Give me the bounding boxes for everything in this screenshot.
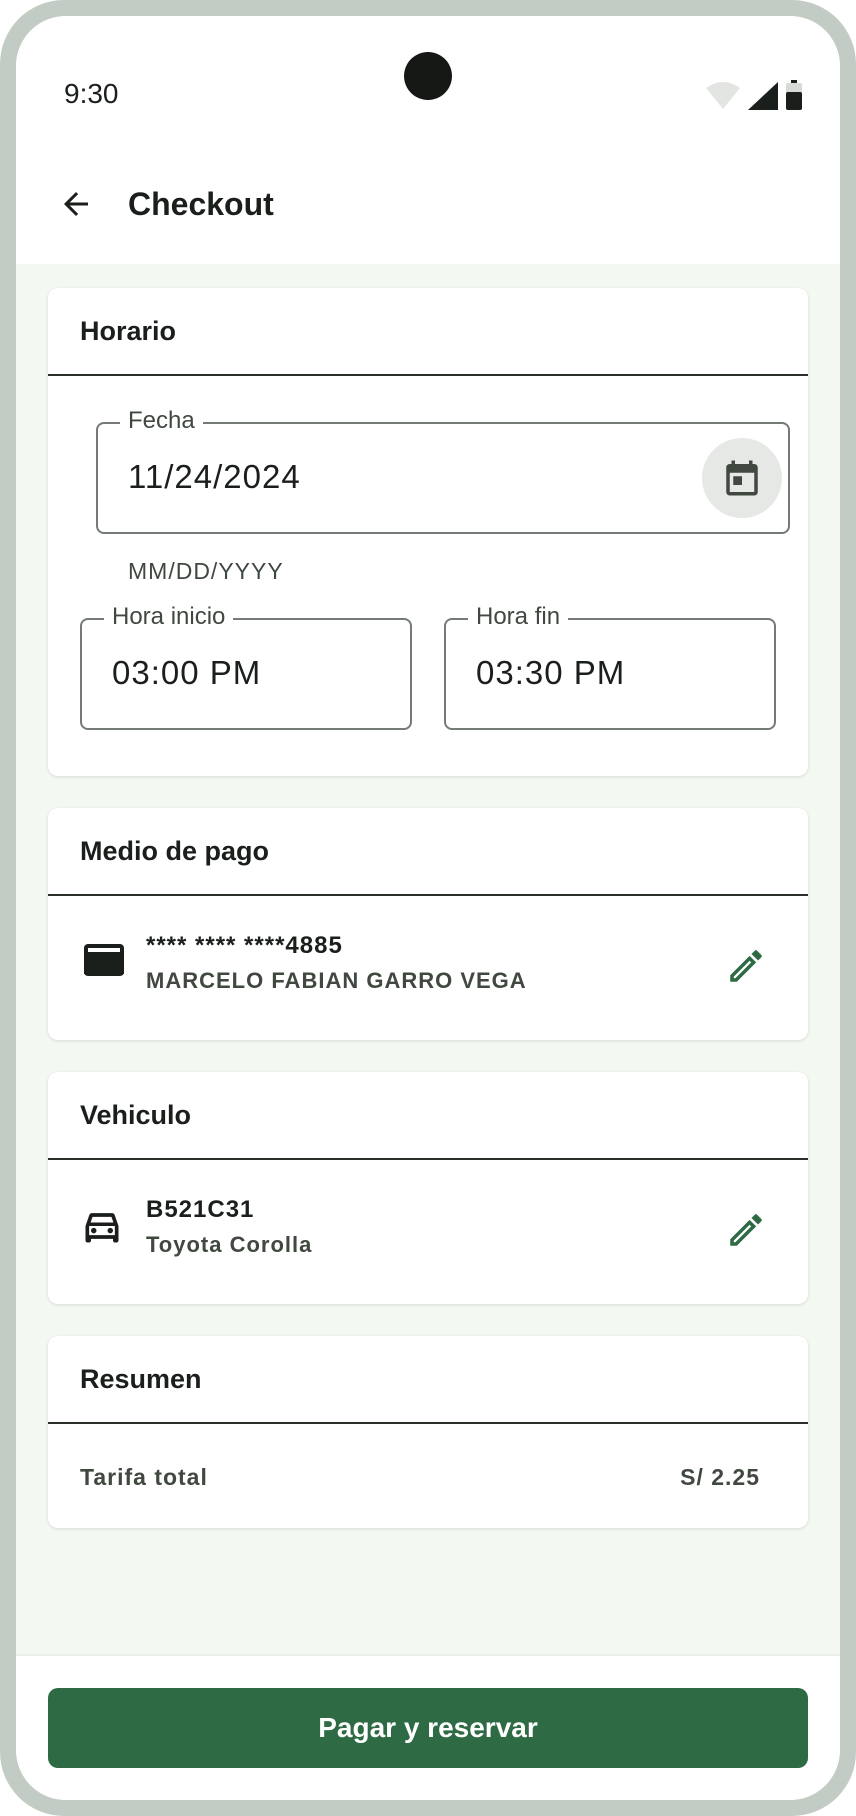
wifi-icon — [706, 82, 740, 109]
pencil-icon — [730, 950, 762, 982]
edit-vehicle-button[interactable] — [722, 1206, 770, 1254]
pencil-icon — [730, 1214, 762, 1246]
camera-cutout — [404, 52, 452, 100]
screen: 9:30 Checkout Horario Fecha 11/24/2024 M… — [16, 16, 840, 1800]
fecha-field[interactable]: Fecha 11/24/2024 — [96, 406, 790, 534]
pay-and-reserve-button[interactable]: Pagar y reservar — [48, 1688, 808, 1768]
fecha-hint: MM/DD/YYYY — [128, 558, 284, 584]
hora-fin-field[interactable]: Hora fin 03:30 PM — [444, 602, 776, 730]
device-frame: 9:30 Checkout Horario Fecha 11/24/2024 M… — [0, 0, 856, 1816]
vehicle-model: Toyota Corolla — [146, 1232, 313, 1257]
signal-icon — [748, 82, 778, 110]
horario-card: Horario Fecha 11/24/2024 MM/DD/YYYY Hora… — [48, 288, 808, 776]
resumen-card: Resumen Tarifa total S/ 2.25 — [48, 1336, 808, 1528]
payment-method-row: **** **** ****4885 MARCELO FABIAN GARRO … — [48, 896, 808, 1040]
hora-inicio-label: Hora inicio — [104, 602, 234, 632]
hora-fin-label: Hora fin — [468, 602, 569, 632]
calendar-icon — [726, 460, 758, 496]
hora-inicio-field[interactable]: Hora inicio 03:00 PM — [80, 602, 412, 730]
arrow-back-icon — [64, 192, 88, 216]
vehiculo-title: Vehiculo — [48, 1072, 808, 1160]
fecha-value: 11/24/2024 — [128, 458, 301, 495]
card-number: **** **** ****4885 — [146, 932, 343, 959]
vehicle-plate: B521C31 — [146, 1196, 255, 1223]
vehiculo-card: Vehiculo B521C31 Toyota Corolla — [48, 1072, 808, 1304]
back-button[interactable] — [52, 180, 100, 228]
status-bar: 9:30 — [16, 16, 840, 148]
calendar-button[interactable] — [702, 438, 782, 518]
fecha-label: Fecha — [120, 406, 203, 436]
top-app-bar: Checkout — [16, 148, 840, 264]
card-holder: MARCELO FABIAN GARRO VEGA — [146, 968, 527, 993]
battery-icon — [786, 80, 802, 110]
hora-inicio-value: 03:00 PM — [112, 654, 262, 691]
bottom-action-bar: Pagar y reservar — [16, 1656, 840, 1800]
system-icons — [706, 80, 802, 110]
credit-card-icon — [84, 944, 124, 976]
edit-payment-button[interactable] — [722, 942, 770, 990]
horario-title: Horario — [48, 288, 808, 376]
medio-pago-title: Medio de pago — [48, 808, 808, 896]
car-icon — [85, 1213, 119, 1243]
tarifa-total-value: S/ 2.25 — [680, 1464, 760, 1490]
medio-pago-card: Medio de pago **** **** ****4885 MARCELO… — [48, 808, 808, 1040]
page-title: Checkout — [128, 186, 274, 222]
vehicle-row: B521C31 Toyota Corolla — [48, 1160, 808, 1304]
hora-fin-value: 03:30 PM — [476, 654, 626, 691]
tarifa-total-label: Tarifa total — [80, 1464, 208, 1490]
resumen-title: Resumen — [48, 1336, 808, 1424]
status-time: 9:30 — [64, 78, 119, 109]
